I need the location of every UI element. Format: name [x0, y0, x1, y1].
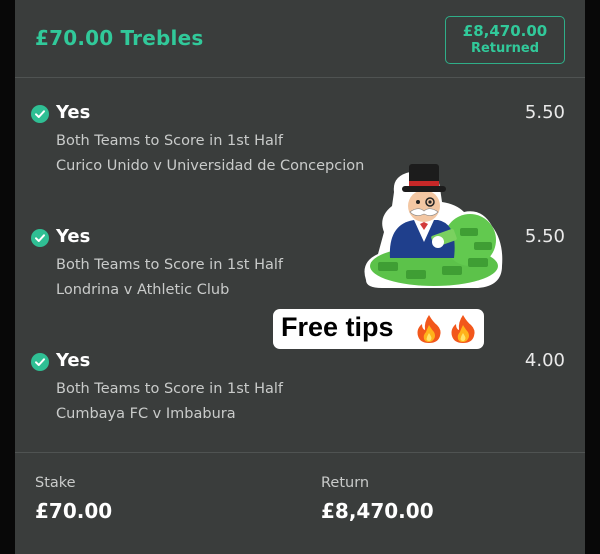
selection-odds: 4.00: [524, 350, 565, 371]
selection-event: Cumbaya FC v Imbabura: [56, 406, 236, 422]
fire-icon: [415, 314, 443, 344]
selection-odds: 5.50: [524, 102, 565, 123]
selection-market: Both Teams to Score in 1st Half: [56, 381, 284, 397]
bet-title: £70.00 Trebles: [35, 26, 204, 50]
selection-row: Yes 4.00 Both Teams to Score in 1st Half…: [15, 348, 585, 448]
selection-name: Yes: [56, 102, 91, 123]
bet-card: £70.00 Trebles £8,470.00 Returned Yes 5.…: [15, 0, 585, 554]
returned-badge: £8,470.00 Returned: [445, 16, 565, 64]
bet-header: £70.00 Trebles £8,470.00 Returned: [15, 0, 585, 78]
stake-value: £70.00: [35, 499, 113, 523]
check-circle-icon: [31, 105, 49, 123]
fire-icon: [449, 314, 477, 344]
stake-label: Stake: [35, 475, 76, 491]
selection-market: Both Teams to Score in 1st Half: [56, 133, 284, 149]
free-tips-text: Free tips: [281, 312, 394, 342]
returned-amount: £8,470.00: [462, 22, 548, 40]
selection-name: Yes: [56, 350, 91, 371]
check-circle-icon: [31, 229, 49, 247]
monopoly-man-money-sticker: [358, 162, 508, 292]
selection-event: Londrina v Athletic Club: [56, 282, 230, 298]
selection-odds: 5.50: [524, 226, 565, 247]
check-circle-icon: [31, 353, 49, 371]
return-label: Return: [321, 475, 370, 491]
return-value: £8,470.00: [321, 499, 434, 523]
selection-market: Both Teams to Score in 1st Half: [56, 257, 284, 273]
free-tips-banner: Free tips: [273, 309, 484, 349]
returned-label: Returned: [470, 41, 540, 56]
selection-name: Yes: [56, 226, 91, 247]
bet-footer: Stake £70.00 Return £8,470.00: [15, 452, 585, 554]
selection-event: Curico Unido v Universidad de Concepcion: [56, 158, 365, 174]
